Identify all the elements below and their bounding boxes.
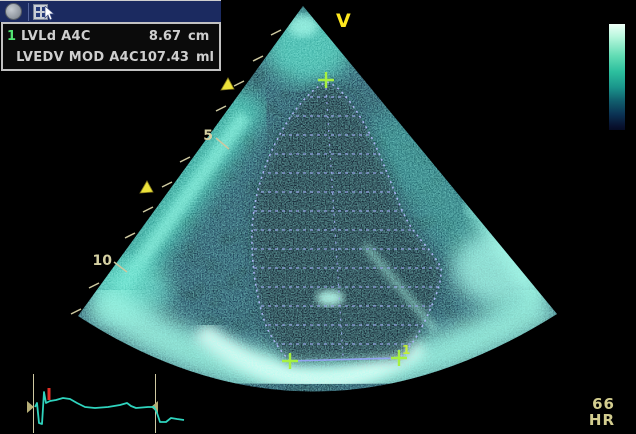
toolbar-divider	[28, 3, 29, 21]
measurement-label: LVLd A4C	[21, 29, 91, 44]
echo-machine-screen: 5 10 V 1	[0, 0, 636, 434]
measurement-label: LVEDV MOD A4C	[16, 50, 139, 65]
measurement-value: 107.43	[139, 50, 189, 65]
focus-marker-icon[interactable]	[221, 78, 234, 90]
measurement-unit: ml	[196, 50, 214, 65]
focus-marker-icon[interactable]	[140, 181, 153, 193]
pointer-arrow-icon	[43, 6, 55, 21]
ecg-waveform	[35, 392, 184, 424]
measurement-row: LVEDV MOD A4C 107.43 ml	[7, 47, 214, 68]
heart-rate-value: 66	[560, 396, 615, 412]
caliper-point-label: 1	[402, 343, 410, 357]
measurement-row: 1 LVLd A4C 8.67 cm	[7, 26, 214, 47]
top-toolbar	[0, 0, 221, 22]
measurement-value: 8.67	[91, 29, 181, 44]
depth-label-5: 5	[203, 128, 213, 144]
circle-indicator-icon[interactable]	[5, 3, 22, 20]
depth-label-10: 10	[93, 253, 113, 269]
heart-rate-readout: 66 HR	[560, 396, 615, 428]
heart-rate-label: HR	[560, 412, 615, 428]
ecg-left-cursor-triangle-icon[interactable]	[27, 401, 34, 413]
measurement-results-panel: 1 LVLd A4C 8.67 cm LVEDV MOD A4C 107.43 …	[1, 22, 221, 71]
orientation-marker: V	[336, 10, 351, 32]
measurement-unit: cm	[188, 29, 214, 44]
ecg-strip	[27, 374, 184, 433]
grayscale-colorbar	[609, 24, 625, 130]
measurement-index: 1	[7, 29, 21, 44]
